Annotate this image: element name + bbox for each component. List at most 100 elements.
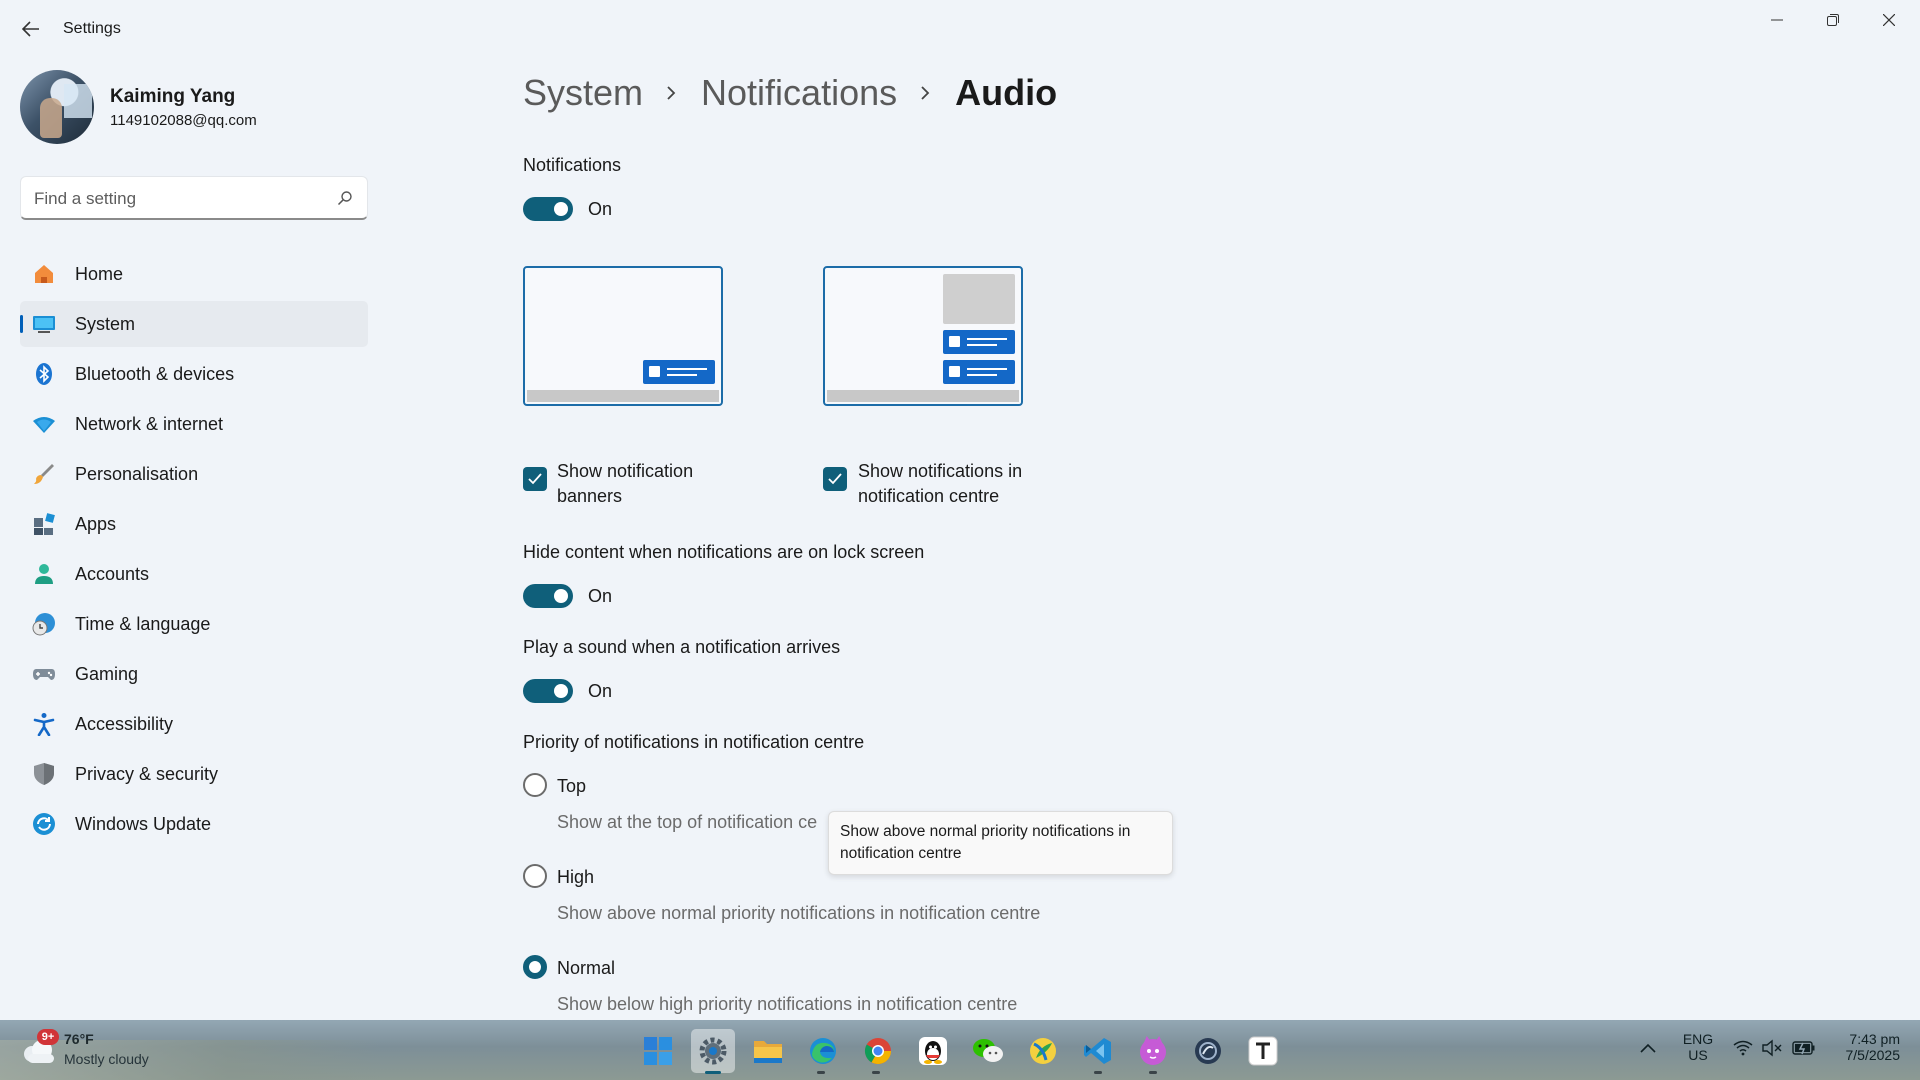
sidebar-item-label: Home bbox=[75, 263, 124, 284]
vscode-icon[interactable] bbox=[1076, 1029, 1120, 1073]
play-sound-label: Play a sound when a notification arrives bbox=[523, 637, 841, 657]
search-input[interactable]: Find a setting bbox=[20, 176, 368, 220]
clock[interactable]: 7:43 pm 7/5/2025 bbox=[1836, 1031, 1901, 1063]
sidebar-item-network[interactable]: Network & internet bbox=[20, 401, 368, 447]
accessibility-icon bbox=[32, 712, 56, 736]
sidebar-item-gaming[interactable]: Gaming bbox=[20, 651, 368, 697]
windows-start-icon[interactable] bbox=[636, 1029, 680, 1073]
show-hidden-icons-button[interactable] bbox=[1640, 1040, 1656, 1056]
clock-date: 7/5/2025 bbox=[1845, 1047, 1901, 1063]
breadcrumb-system[interactable]: System bbox=[523, 72, 643, 114]
hide-content-label: Hide content when notifications are on l… bbox=[523, 542, 925, 562]
search-placeholder: Find a setting bbox=[34, 189, 137, 208]
minimize-button[interactable] bbox=[1749, 4, 1805, 36]
wifi-icon bbox=[32, 412, 56, 436]
back-arrow-icon bbox=[22, 21, 39, 37]
sidebar-item-apps[interactable]: Apps bbox=[20, 501, 368, 547]
close-icon bbox=[1883, 14, 1895, 26]
play-sound-toggle[interactable] bbox=[523, 679, 573, 703]
search-icon bbox=[337, 191, 352, 206]
sidebar-item-accounts[interactable]: Accounts bbox=[20, 551, 368, 597]
home-icon bbox=[32, 262, 56, 286]
settings-icon[interactable] bbox=[691, 1029, 735, 1073]
show-in-centre-label-line2: notification centre bbox=[858, 486, 1000, 506]
show-in-centre-checkbox[interactable] bbox=[823, 467, 847, 491]
qq-icon[interactable] bbox=[911, 1029, 955, 1073]
sidebar-item-label: Personalisation bbox=[75, 463, 199, 484]
sidebar-item-bluetooth[interactable]: Bluetooth & devices bbox=[20, 351, 368, 397]
tooltip-line1: Show above normal priority notifications… bbox=[840, 823, 1131, 840]
restore-button[interactable] bbox=[1805, 4, 1861, 36]
close-button[interactable] bbox=[1861, 4, 1917, 36]
language-line2: US bbox=[1688, 1047, 1708, 1063]
sidebar-item-label: Gaming bbox=[75, 663, 139, 684]
file-explorer-icon[interactable] bbox=[746, 1029, 790, 1073]
sidebar-item-label: Time & language bbox=[75, 613, 211, 634]
cat-app-icon[interactable] bbox=[1131, 1029, 1175, 1073]
active-app-indicator bbox=[705, 1071, 721, 1074]
show-banners-checkbox[interactable] bbox=[523, 467, 547, 491]
sidebar-item-windows-update[interactable]: Windows Update bbox=[20, 801, 368, 847]
sidebar-item-system[interactable]: System bbox=[20, 301, 368, 347]
chevron-right-icon bbox=[665, 82, 679, 104]
chevron-right-icon bbox=[919, 82, 933, 104]
weather-temp[interactable]: 76°F bbox=[64, 1031, 94, 1047]
priority-high-radio[interactable] bbox=[523, 864, 547, 888]
sidebar-item-personalisation[interactable]: Personalisation bbox=[20, 451, 368, 497]
profile-email: 1149102088@qq.com bbox=[110, 112, 257, 129]
shield-icon bbox=[32, 762, 56, 786]
priority-label: Priority of notifications in notificatio… bbox=[523, 732, 865, 752]
chrome-icon[interactable] bbox=[856, 1029, 900, 1073]
show-in-centre-label-line1: Show notifications in bbox=[858, 461, 1023, 481]
notification-centre-preview-image bbox=[823, 266, 1023, 406]
breadcrumb-current: Audio bbox=[955, 72, 1058, 113]
person-icon bbox=[32, 562, 56, 586]
priority-normal-radio[interactable] bbox=[523, 955, 547, 979]
app-icon[interactable] bbox=[1021, 1029, 1065, 1073]
priority-normal-desc: Show below high priority notifications i… bbox=[557, 994, 1018, 1014]
weather-desc[interactable]: Mostly cloudy bbox=[64, 1051, 149, 1067]
title-bar: Settings bbox=[0, 0, 1920, 62]
update-icon bbox=[32, 812, 56, 836]
notifications-toggle[interactable] bbox=[523, 197, 573, 221]
tooltip: Show above normal priority notifications… bbox=[828, 811, 1173, 875]
check-icon bbox=[528, 473, 542, 485]
app-indicator bbox=[1094, 1071, 1102, 1074]
toggle-state: On bbox=[588, 199, 613, 219]
sidebar-item-accessibility[interactable]: Accessibility bbox=[20, 701, 368, 747]
back-button[interactable] bbox=[16, 14, 46, 44]
breadcrumb-notifications[interactable]: Notifications bbox=[701, 72, 897, 114]
notifications-label: Notifications bbox=[523, 155, 622, 175]
app-indicator bbox=[1149, 1071, 1157, 1074]
volume-muted-icon[interactable] bbox=[1762, 1039, 1782, 1060]
priority-high-desc: Show above normal priority notifications… bbox=[557, 903, 1041, 923]
minimize-icon bbox=[1771, 19, 1783, 21]
app-indicator bbox=[872, 1071, 880, 1074]
show-banners-label-line1: Show notification bbox=[557, 461, 694, 481]
sidebar-item-label: System bbox=[75, 313, 136, 334]
chevron-up-icon bbox=[1640, 1043, 1656, 1053]
priority-normal-label: Normal bbox=[557, 958, 616, 978]
tooltip-line2: notification centre bbox=[840, 845, 962, 862]
language-indicator[interactable]: ENG US bbox=[1682, 1031, 1714, 1063]
wifi-status-icon[interactable] bbox=[1733, 1040, 1753, 1059]
hide-content-toggle[interactable] bbox=[523, 584, 573, 608]
sidebar-item-time-language[interactable]: Time & language bbox=[20, 601, 368, 647]
sidebar-item-home[interactable]: Home bbox=[20, 251, 368, 297]
taskbar bbox=[0, 1020, 1920, 1080]
sidebar-item-privacy[interactable]: Privacy & security bbox=[20, 751, 368, 797]
edge-icon[interactable] bbox=[801, 1029, 845, 1073]
app-indicator bbox=[817, 1071, 825, 1074]
breadcrumb: System Notifications Audio bbox=[523, 72, 1057, 114]
show-banners-label: Show notification banners bbox=[557, 459, 777, 509]
typora-icon[interactable] bbox=[1241, 1029, 1285, 1073]
banner-preview-image bbox=[523, 266, 723, 406]
priority-top-radio[interactable] bbox=[523, 773, 547, 797]
app-circle-icon[interactable] bbox=[1186, 1029, 1230, 1073]
wechat-icon[interactable] bbox=[966, 1029, 1010, 1073]
battery-charging-icon[interactable] bbox=[1792, 1040, 1816, 1059]
priority-top-label: Top bbox=[557, 776, 587, 796]
sidebar-item-label: Privacy & security bbox=[75, 763, 219, 784]
sidebar-item-label: Bluetooth & devices bbox=[75, 363, 235, 384]
avatar[interactable] bbox=[20, 70, 94, 144]
